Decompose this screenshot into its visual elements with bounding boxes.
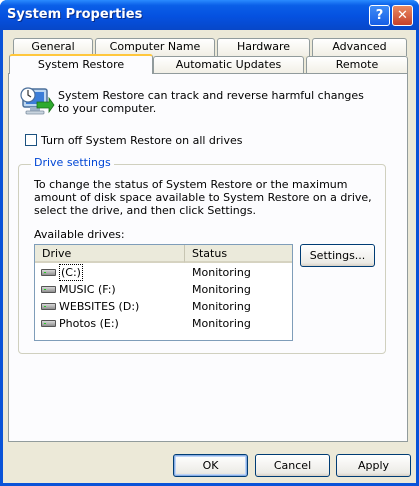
tab-remote[interactable]: Remote [306, 56, 408, 74]
intro-text: System Restore can track and reverse har… [58, 89, 364, 115]
cancel-button[interactable]: Cancel [255, 454, 330, 477]
drives-list[interactable]: Drive Status (C:) Monitoring MUSIC (F:) … [34, 244, 293, 341]
hard-drive-icon [41, 303, 56, 310]
system-restore-icon [20, 87, 55, 115]
list-item[interactable]: (C:) Monitoring [35, 264, 292, 281]
help-button[interactable]: ? [369, 5, 390, 26]
drive-settings-title: Drive settings [31, 156, 114, 169]
tab-hardware[interactable]: Hardware [217, 38, 310, 56]
ok-button[interactable]: OK [173, 454, 248, 477]
window-title: System Properties [7, 7, 143, 22]
hard-drive-icon [41, 269, 56, 276]
available-drives-label: Available drives: [34, 228, 125, 241]
close-button[interactable]: ✕ [392, 5, 413, 26]
turn-off-checkbox-label[interactable]: Turn off System Restore on all drives [41, 134, 243, 147]
drive-status: Monitoring [192, 300, 251, 313]
drive-status: Monitoring [192, 283, 251, 296]
list-item[interactable]: WEBSITES (D:) Monitoring [35, 298, 292, 315]
settings-button[interactable]: Settings... [300, 244, 375, 267]
drive-name: WEBSITES (D:) [59, 300, 140, 313]
title-bar[interactable]: System Properties ? ✕ [0, 0, 419, 30]
column-header-status[interactable]: Status [185, 245, 292, 263]
drive-name: Photos (E:) [59, 317, 119, 330]
drive-name: MUSIC (F:) [59, 283, 116, 296]
list-item[interactable]: Photos (E:) Monitoring [35, 315, 292, 332]
hard-drive-icon [41, 286, 56, 293]
drive-name: (C:) [59, 264, 83, 281]
drive-status: Monitoring [192, 266, 251, 279]
list-item[interactable]: MUSIC (F:) Monitoring [35, 281, 292, 298]
drive-status: Monitoring [192, 317, 251, 330]
tab-automatic-updates[interactable]: Automatic Updates [153, 56, 304, 74]
apply-button[interactable]: Apply [336, 454, 411, 477]
tab-system-restore[interactable]: System Restore [9, 54, 153, 74]
column-header-drive[interactable]: Drive [35, 245, 185, 263]
tab-advanced[interactable]: Advanced [312, 38, 407, 56]
drive-settings-description: To change the status of System Restore o… [34, 178, 372, 217]
turn-off-checkbox[interactable] [25, 134, 37, 146]
hard-drive-icon [41, 320, 56, 327]
